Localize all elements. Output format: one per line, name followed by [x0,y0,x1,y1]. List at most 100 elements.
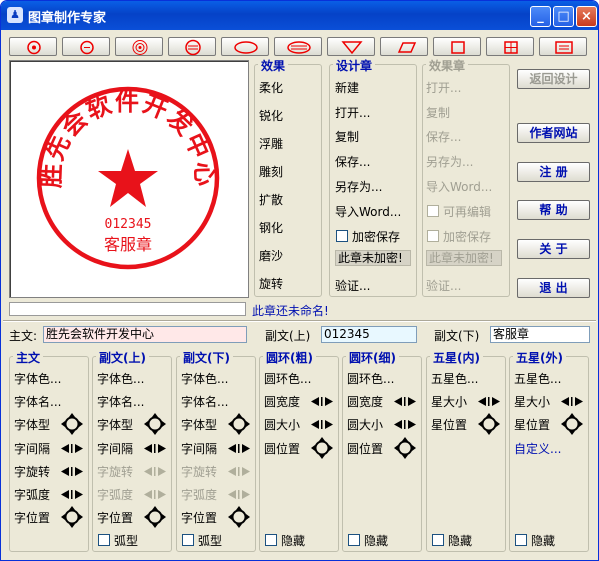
panel-main-font_name[interactable]: 字体名... [14,393,61,410]
effect-emboss[interactable]: 浮雕 [259,135,283,152]
minimize-button[interactable]: _ [530,6,551,27]
design-new[interactable]: 新建 [335,79,359,96]
panel-main-font_type-move-icon[interactable] [61,413,83,436]
status-text: 此章还未命名! [252,304,329,318]
panel-star_in-color[interactable]: 五星色... [431,370,478,387]
panel-ring_thin-color[interactable]: 圆环色... [347,370,394,387]
panel-ring_thick-title: 圆环(粗) [263,349,316,366]
effect-engrave[interactable]: 雕刻 [259,163,283,180]
effect-stamp-copy[interactable]: 复制 [426,104,450,121]
panel-sub_up-font_color[interactable]: 字体色... [97,370,144,387]
panel-main-spacing-arrows-icon[interactable] [60,443,84,454]
shape-square-button[interactable] [433,37,481,56]
shape-ring-target-button[interactable] [115,37,163,56]
effect-stamp-import-word[interactable]: 导入Word... [426,178,492,195]
design-save[interactable]: 保存... [335,153,370,170]
sub-up-field[interactable]: 012345 [321,326,417,343]
help-button[interactable]: 帮 助 [517,200,590,220]
shape-circle-stripes-button[interactable] [168,37,216,56]
panel-star_in-size-arrows-icon[interactable] [477,396,501,407]
shape-ellipse-stripes-button[interactable] [274,37,322,56]
effect-stamp-editable-checkbox[interactable] [427,205,439,217]
divider [3,320,596,322]
effect-stamp-open[interactable]: 打开... [426,79,461,96]
design-encrypt-status: 此章未加密! [335,250,411,266]
panel-star_in-position-move-icon[interactable] [478,413,500,436]
panel-sub_up-font_type-move-icon[interactable] [144,413,166,436]
design-open[interactable]: 打开... [335,104,370,121]
panel-sub_down-position: 字位置 [181,511,218,526]
panel-ring_thin-size-arrows-icon[interactable] [393,419,417,430]
panel-sub_up-spacing: 字间隔 [97,441,134,456]
panel-sub_up-position-move-icon[interactable] [144,506,166,529]
close-button[interactable]: × [576,6,597,27]
panel-sub_down-arc-arrows-icon [227,489,251,500]
design-verify[interactable]: 验证... [335,277,370,294]
panel-sub_down-rotate-arrows-icon [227,466,251,477]
panel-ring_thick-size-arrows-icon[interactable] [310,419,334,430]
effect-soften[interactable]: 柔化 [259,79,283,96]
sub-down-label: 副文(下) [434,329,480,343]
panel-sub_up-spacing-arrows-icon[interactable] [143,443,167,454]
panel-star_in-hide-label: 隐藏 [448,534,473,548]
design-copy[interactable]: 复制 [335,128,359,145]
shape-grid-stamp-button[interactable] [486,37,534,56]
panel-main-position-move-icon[interactable] [61,506,83,529]
stamp-canvas[interactable]: 胜先会软件开发中心 012345 客服章 [9,60,249,298]
effect-stamp-encrypt-checkbox[interactable] [427,230,439,242]
panel-sub_down-position-move-icon[interactable] [228,506,250,529]
panel-sub_up-arc_check-checkbox[interactable] [98,534,110,546]
panel-ring_thick-color[interactable]: 圆环色... [264,370,311,387]
effect-stamp-save-as[interactable]: 另存为... [426,153,473,170]
shape-parallelogram-button[interactable] [380,37,428,56]
design-encrypt-checkbox[interactable] [336,230,348,242]
effect-sharpen[interactable]: 锐化 [259,107,283,124]
panel-sub_down-font_type-move-icon[interactable] [228,413,250,436]
maximize-button[interactable]: □ [553,6,574,27]
panel-star_out-position-move-icon[interactable] [561,413,583,436]
panel-star_out-color[interactable]: 五星色... [514,370,561,387]
panel-main-arc-arrows-icon[interactable] [60,489,84,500]
shape-rect-stamp-button[interactable] [539,37,587,56]
panel-ring_thin-width-arrows-icon[interactable] [393,396,417,407]
panel-ring_thick-position-move-icon[interactable] [311,436,333,459]
panel-ring_thin-position: 圆位置 [347,441,384,456]
panel-sub_down-spacing-arrows-icon[interactable] [227,443,251,454]
panel-main-rotate-arrows-icon[interactable] [60,466,84,477]
design-import-word[interactable]: 导入Word... [335,203,401,220]
panel-sub_down-font_name[interactable]: 字体名... [181,393,228,410]
shape-circle-star-button[interactable] [9,37,57,56]
exit-button[interactable]: 退 出 [517,278,590,298]
panel-main-font_color[interactable]: 字体色... [14,370,61,387]
panel-star_out-hide-checkbox[interactable] [515,534,527,546]
sub-down-field[interactable]: 客服章 [490,326,590,343]
panel-ring_thick-hide-checkbox[interactable] [265,534,277,546]
stamp-sub-text: 客服章 [104,235,152,254]
panel-star_in-hide-checkbox[interactable] [432,534,444,546]
panel-ring_thin-position-move-icon[interactable] [394,436,416,459]
effect-rotate[interactable]: 旋转 [259,275,283,292]
panel-ring_thick-width: 圆宽度 [264,395,301,410]
effect-stamp-save[interactable]: 保存... [426,128,461,145]
shape-circle-dash-button[interactable] [62,37,110,56]
panel-ring_thin-size: 圆大小 [347,418,384,433]
effect-frost[interactable]: 磨沙 [259,247,283,264]
about-button[interactable]: 关 于 [517,239,590,259]
register-button[interactable]: 注 册 [517,162,590,182]
panel-sub_up-font_name[interactable]: 字体名... [97,393,144,410]
effect-harden[interactable]: 钢化 [259,219,283,236]
design-save-as[interactable]: 另存为... [335,178,382,195]
shape-ellipse-button[interactable] [221,37,269,56]
author-website-button[interactable]: 作者网站 [517,123,590,143]
panel-star_out-custom[interactable]: 自定义... [514,440,561,457]
panel-ring_thin-hide-checkbox[interactable] [348,534,360,546]
effect-stamp-verify[interactable]: 验证... [426,277,461,294]
panel-sub_down-font_color[interactable]: 字体色... [181,370,228,387]
panel-sub_down-arc_check-checkbox[interactable] [182,534,194,546]
shape-triangle-button[interactable] [327,37,375,56]
panel-star_out-size-arrows-icon[interactable] [560,396,584,407]
back-to-design-button[interactable]: 返回设计 [517,69,590,89]
effect-diffuse[interactable]: 扩散 [259,191,283,208]
main-text-field[interactable]: 胜先会软件开发中心 [43,326,247,343]
panel-ring_thick-width-arrows-icon[interactable] [310,396,334,407]
